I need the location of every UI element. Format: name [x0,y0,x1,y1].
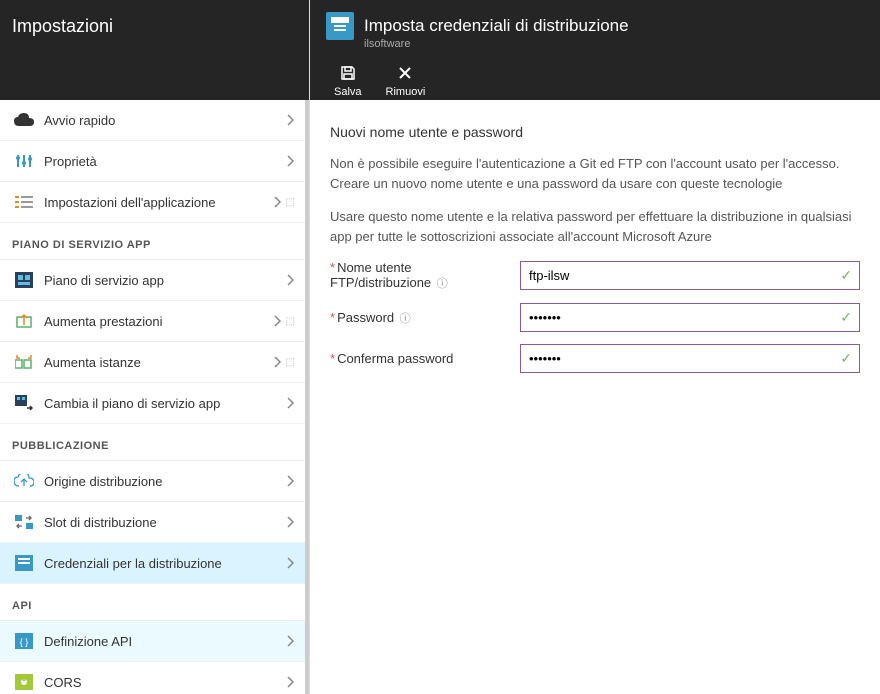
main-panel: Imposta credenziali di distribuzione ils… [310,0,880,694]
group-title-plan: PIANO DI SERVIZIO APP [0,223,305,260]
chevron-right-icon [274,196,282,208]
sliders-icon [12,151,36,171]
required-marker: * [330,310,335,325]
username-input[interactable] [520,261,860,290]
sidebar-item-deploy-credentials[interactable]: Credenziali per la distribuzione [0,543,305,584]
sidebar-item-label: Credenziali per la distribuzione [44,556,287,571]
chevron-right-icon [287,475,295,487]
remove-button[interactable]: Rimuovi [386,64,426,98]
sidebar-item-label: Slot di distribuzione [44,515,287,530]
swap-icon [12,512,36,532]
info-icon[interactable]: ⓘ [400,313,411,325]
list-icon [12,192,36,212]
sidebar-item-properties[interactable]: Proprietà [0,141,305,182]
form-row-username: *Nome utente FTP/distribuzione ⓘ ✓ [330,260,860,291]
info-paragraph-1: Non è possibile eseguire l'autenticazion… [330,154,860,193]
sidebar-item-label: Origine distribuzione [44,474,287,489]
scale-out-icon [12,352,36,372]
sidebar-item-deploy-source[interactable]: Origine distribuzione [0,461,305,502]
pin-icon: ⬚ [286,357,295,368]
sidebar-item-quickstart[interactable]: Avvio rapido [0,100,305,141]
info-icon[interactable]: ⓘ [437,278,448,290]
cloud-upload-icon [12,471,36,491]
close-icon [396,64,414,82]
required-marker: * [330,260,335,275]
group-title-api: API [0,584,305,621]
chevron-right-icon [287,676,295,688]
info-paragraph-2: Usare questo nome utente e la relativa p… [330,207,860,246]
chevron-right-icon [287,635,295,647]
change-plan-icon [12,393,36,413]
sidebar-item-api-definition[interactable]: { } Definizione API [0,621,305,662]
sidebar-item-deploy-slots[interactable]: Slot di distribuzione [0,502,305,543]
sidebar-item-scale-out[interactable]: Aumenta istanze ⬚ [0,342,305,383]
required-marker: * [330,351,335,366]
sidebar-item-label: Definizione API [44,634,287,649]
cors-icon [12,672,36,692]
check-icon: ✓ [840,309,852,326]
sidebar-title: Impostazioni [12,16,297,37]
check-icon: ✓ [840,267,852,284]
credentials-icon [12,553,36,573]
sidebar-item-label: Cambia il piano di servizio app [44,396,287,411]
sidebar-item-scale-up[interactable]: Aumenta prestazioni ⬚ [0,301,305,342]
plan-icon [12,270,36,290]
chevron-right-icon [287,274,295,286]
sidebar-item-label: Proprietà [44,154,287,169]
pin-icon: ⬚ [286,316,295,327]
main-body: Nuovi nome utente e password Non è possi… [310,100,880,694]
chevron-right-icon [274,315,282,327]
sidebar-item-label: CORS [44,675,287,690]
svg-text:{ }: { } [20,637,29,647]
page-title: Imposta credenziali di distribuzione [364,16,629,36]
sidebar-item-label: Piano di servizio app [44,273,287,288]
sidebar-item-service-plan[interactable]: Piano di servizio app [0,260,305,301]
pin-icon: ⬚ [286,197,295,208]
password-label: Password [337,310,394,325]
confirm-label: Conferma password [337,351,453,366]
chevron-right-icon [287,114,295,126]
confirm-password-input[interactable] [520,344,860,373]
sidebar-header: Impostazioni [0,0,309,100]
settings-sidebar: Impostazioni Avvio rapido Proprietà [0,0,310,694]
sidebar-scroll[interactable]: Avvio rapido Proprietà Impostazioni dell… [0,100,309,694]
save-label: Salva [334,86,362,98]
chevron-right-icon [287,557,295,569]
api-icon: { } [12,631,36,651]
chevron-right-icon [287,397,295,409]
app-tile-icon [326,12,354,40]
form-row-password: *Password ⓘ ✓ [330,303,860,332]
form-row-confirm: *Conferma password ✓ [330,344,860,373]
sidebar-item-app-settings[interactable]: Impostazioni dell'applicazione ⬚ [0,182,305,223]
username-sublabel: FTP/distribuzione [330,275,431,290]
sidebar-item-label: Aumenta prestazioni [44,314,274,329]
sidebar-item-label: Avvio rapido [44,113,287,128]
password-input[interactable] [520,303,860,332]
cloud-icon [12,110,36,130]
save-icon [339,64,357,82]
save-button[interactable]: Salva [334,64,362,98]
check-icon: ✓ [840,350,852,367]
username-label: Nome utente [337,260,411,275]
group-title-publish: PUBBLICAZIONE [0,424,305,461]
sidebar-item-label: Impostazioni dell'applicazione [44,195,274,210]
chevron-right-icon [287,155,295,167]
page-subtitle: ilsoftware [364,38,864,50]
chevron-right-icon [274,356,282,368]
section-title: Nuovi nome utente e password [330,124,860,140]
chevron-right-icon [287,516,295,528]
sidebar-item-cors[interactable]: CORS [0,662,305,694]
sidebar-item-change-plan[interactable]: Cambia il piano di servizio app [0,383,305,424]
scale-up-icon [12,311,36,331]
remove-label: Rimuovi [386,86,426,98]
sidebar-item-label: Aumenta istanze [44,355,274,370]
main-header: Imposta credenziali di distribuzione ils… [310,0,880,100]
